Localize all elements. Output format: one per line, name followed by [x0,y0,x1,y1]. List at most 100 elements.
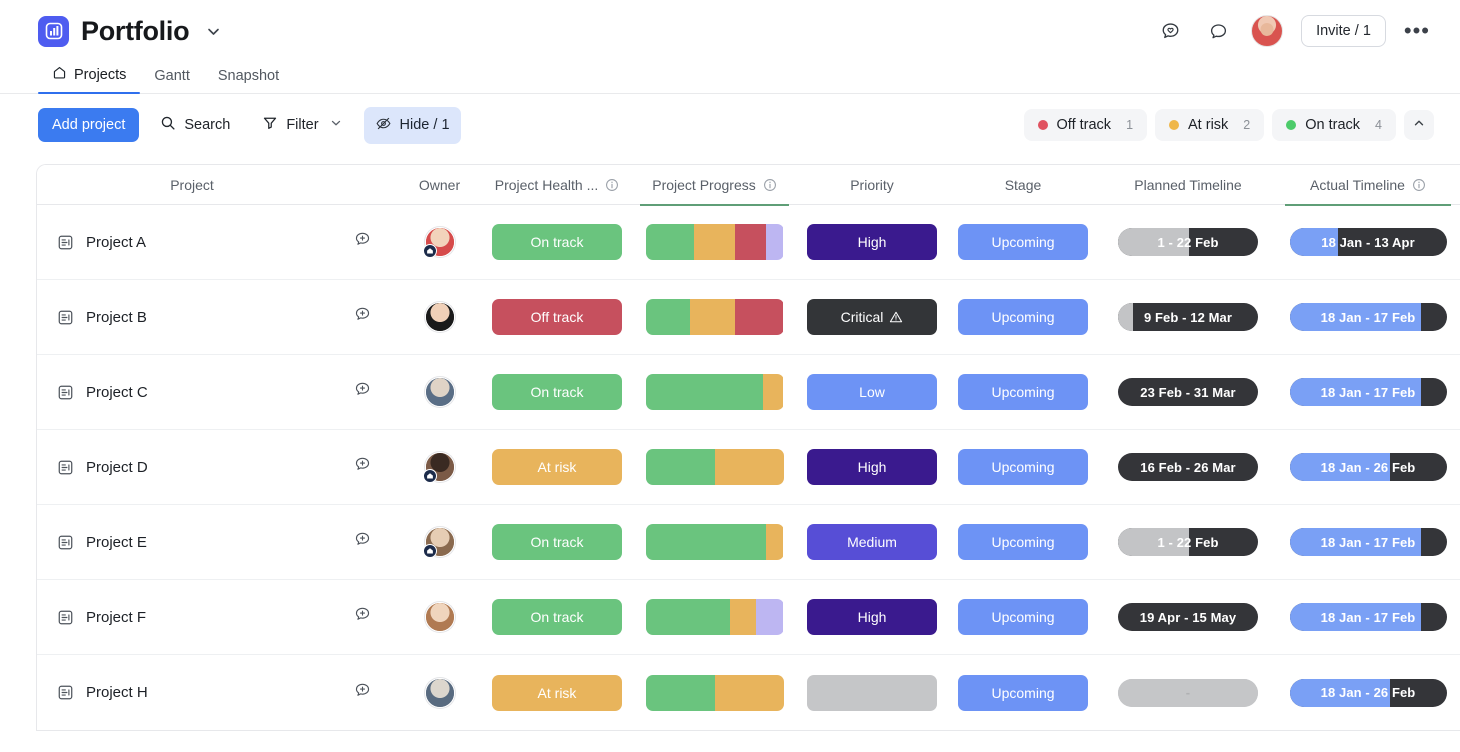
owner-avatar[interactable] [422,227,455,258]
actual-timeline-cell[interactable]: 18 Jan - 17 Feb [1277,303,1459,331]
chat-heart-icon[interactable] [1155,16,1185,46]
actual-timeline-info-icon[interactable] [1412,178,1426,192]
planned-timeline-pill[interactable]: 9 Feb - 12 Mar [1118,303,1258,331]
actual-timeline-cell[interactable]: 18 Jan - 17 Feb [1277,378,1459,406]
project-health-info-icon[interactable] [605,178,619,192]
add-project-button[interactable]: Add project [38,108,140,142]
actual-timeline-pill[interactable]: 18 Jan - 26 Feb [1289,678,1447,707]
comment-plus-icon[interactable] [353,305,372,329]
stage-badge[interactable]: Upcoming [958,224,1088,260]
project-cell[interactable]: Project E [37,534,327,551]
priority-badge[interactable]: Low [807,374,937,410]
filter-button[interactable]: Filter [251,107,353,143]
project-cell[interactable]: Project A [37,234,327,251]
stage-badge[interactable]: Upcoming [958,524,1088,560]
status-chip-off-track[interactable]: Off track 1 [1023,109,1148,141]
column-header-project-progress[interactable]: Project Progress [632,165,797,206]
stage-badge[interactable]: Upcoming [958,599,1088,635]
project-health-cell[interactable]: Off track [482,299,632,335]
project-progress-cell[interactable] [632,374,797,410]
comment-plus-icon[interactable] [353,230,372,254]
actual-timeline-pill[interactable]: 18 Jan - 17 Feb [1289,303,1447,331]
health-badge[interactable]: On track [492,224,622,260]
owner-avatar[interactable] [422,527,455,558]
project-health-cell[interactable]: On track [482,599,632,635]
owner-cell[interactable] [397,227,482,258]
comment-icon[interactable] [1203,16,1233,46]
planned-timeline-pill[interactable]: 23 Feb - 31 Mar [1118,378,1258,406]
column-header-project[interactable]: Project [37,165,327,205]
priority-badge[interactable]: High [807,449,937,485]
invite-button[interactable]: Invite / 1 [1301,15,1386,47]
health-badge[interactable]: On track [492,374,622,410]
tab-gantt[interactable]: Gantt [140,68,203,93]
tab-projects[interactable]: Projects [38,65,141,94]
hide-button[interactable]: Hide / 1 [363,106,461,144]
comment-plus-icon[interactable] [353,455,372,479]
planned-timeline-cell[interactable]: 19 Apr - 15 May [1099,603,1277,631]
stage-cell[interactable]: Upcoming [947,449,1099,485]
stage-cell[interactable]: Upcoming [947,599,1099,635]
actual-timeline-pill[interactable]: 18 Jan - 13 Apr [1289,228,1447,256]
owner-avatar[interactable] [424,677,455,708]
actual-timeline-cell[interactable]: 18 Jan - 26 Feb [1277,453,1459,481]
planned-timeline-cell[interactable]: 1 - 22 Feb [1099,228,1277,256]
owner-avatar[interactable] [422,452,455,483]
stage-cell[interactable]: Upcoming [947,674,1099,711]
project-cell[interactable]: Project D [37,459,327,476]
planned-timeline-pill[interactable]: 1 - 22 Feb [1118,228,1258,256]
planned-timeline-cell[interactable]: 9 Feb - 12 Mar [1099,303,1277,331]
progress-bar[interactable] [645,374,784,410]
health-badge[interactable]: At risk [492,449,622,485]
owner-cell[interactable] [397,677,482,708]
comment-plus-icon[interactable] [353,530,372,554]
column-header-project-health[interactable]: Project Health ... [482,165,632,205]
progress-bar[interactable] [645,524,784,560]
project-cell[interactable]: Project H [37,684,327,701]
add-comment-cell[interactable] [327,681,397,705]
title-chevron-down-icon[interactable] [205,23,222,40]
project-progress-cell[interactable] [632,599,797,635]
planned-timeline-pill[interactable]: - [1118,678,1258,707]
owner-avatar[interactable] [424,377,455,407]
owner-avatar[interactable] [424,602,455,632]
status-chip-at-risk[interactable]: At risk 2 [1155,109,1265,141]
actual-timeline-cell[interactable]: 18 Jan - 13 Apr [1277,228,1459,256]
priority-badge[interactable]: Medium [807,524,937,560]
project-health-cell[interactable]: On track [482,524,632,560]
collapse-summary-button[interactable] [1404,110,1434,140]
priority-cell[interactable] [797,674,947,711]
table-row[interactable]: Project H At risk Upcoming - 18 Jan - 26 Feb [37,655,1460,730]
project-cell[interactable]: Project F [37,609,327,626]
project-health-cell[interactable]: On track [482,374,632,410]
owner-cell[interactable] [397,527,482,558]
stage-cell[interactable]: Upcoming [947,374,1099,410]
project-cell[interactable]: Project B [37,309,327,326]
planned-timeline-cell[interactable]: 1 - 22 Feb [1099,528,1277,556]
health-badge[interactable]: On track [492,599,622,635]
project-cell[interactable]: Project C [37,384,327,401]
owner-avatar[interactable] [424,302,455,332]
comment-plus-icon[interactable] [353,380,372,404]
search-button[interactable]: Search [149,107,241,143]
project-progress-cell[interactable] [632,449,797,485]
owner-cell[interactable] [397,302,482,332]
actual-timeline-pill[interactable]: 18 Jan - 26 Feb [1289,453,1447,481]
priority-badge[interactable] [807,674,937,711]
table-row[interactable]: Project C On track Low Upcoming 23 Feb - 31 … [37,355,1460,430]
add-comment-cell[interactable] [327,230,397,254]
planned-timeline-cell[interactable]: 16 Feb - 26 Mar [1099,453,1277,481]
add-comment-cell[interactable] [327,305,397,329]
comment-plus-icon[interactable] [353,681,372,705]
add-comment-cell[interactable] [327,380,397,404]
health-badge[interactable]: Off track [492,299,622,335]
table-row[interactable]: Project D At risk High Upcoming 16 Feb - 26 … [37,430,1460,505]
stage-cell[interactable]: Upcoming [947,524,1099,560]
table-row[interactable]: Project E On track Medium Upcoming 1 - 22 Fe… [37,505,1460,580]
tab-snapshot[interactable]: Snapshot [204,68,293,93]
column-header-stage[interactable]: Stage [947,165,1099,205]
project-progress-info-icon[interactable] [763,178,777,192]
planned-timeline-cell[interactable]: 23 Feb - 31 Mar [1099,378,1277,406]
stage-badge[interactable]: Upcoming [958,374,1088,410]
column-header-actual-timeline[interactable]: Actual Timeline [1277,165,1459,206]
